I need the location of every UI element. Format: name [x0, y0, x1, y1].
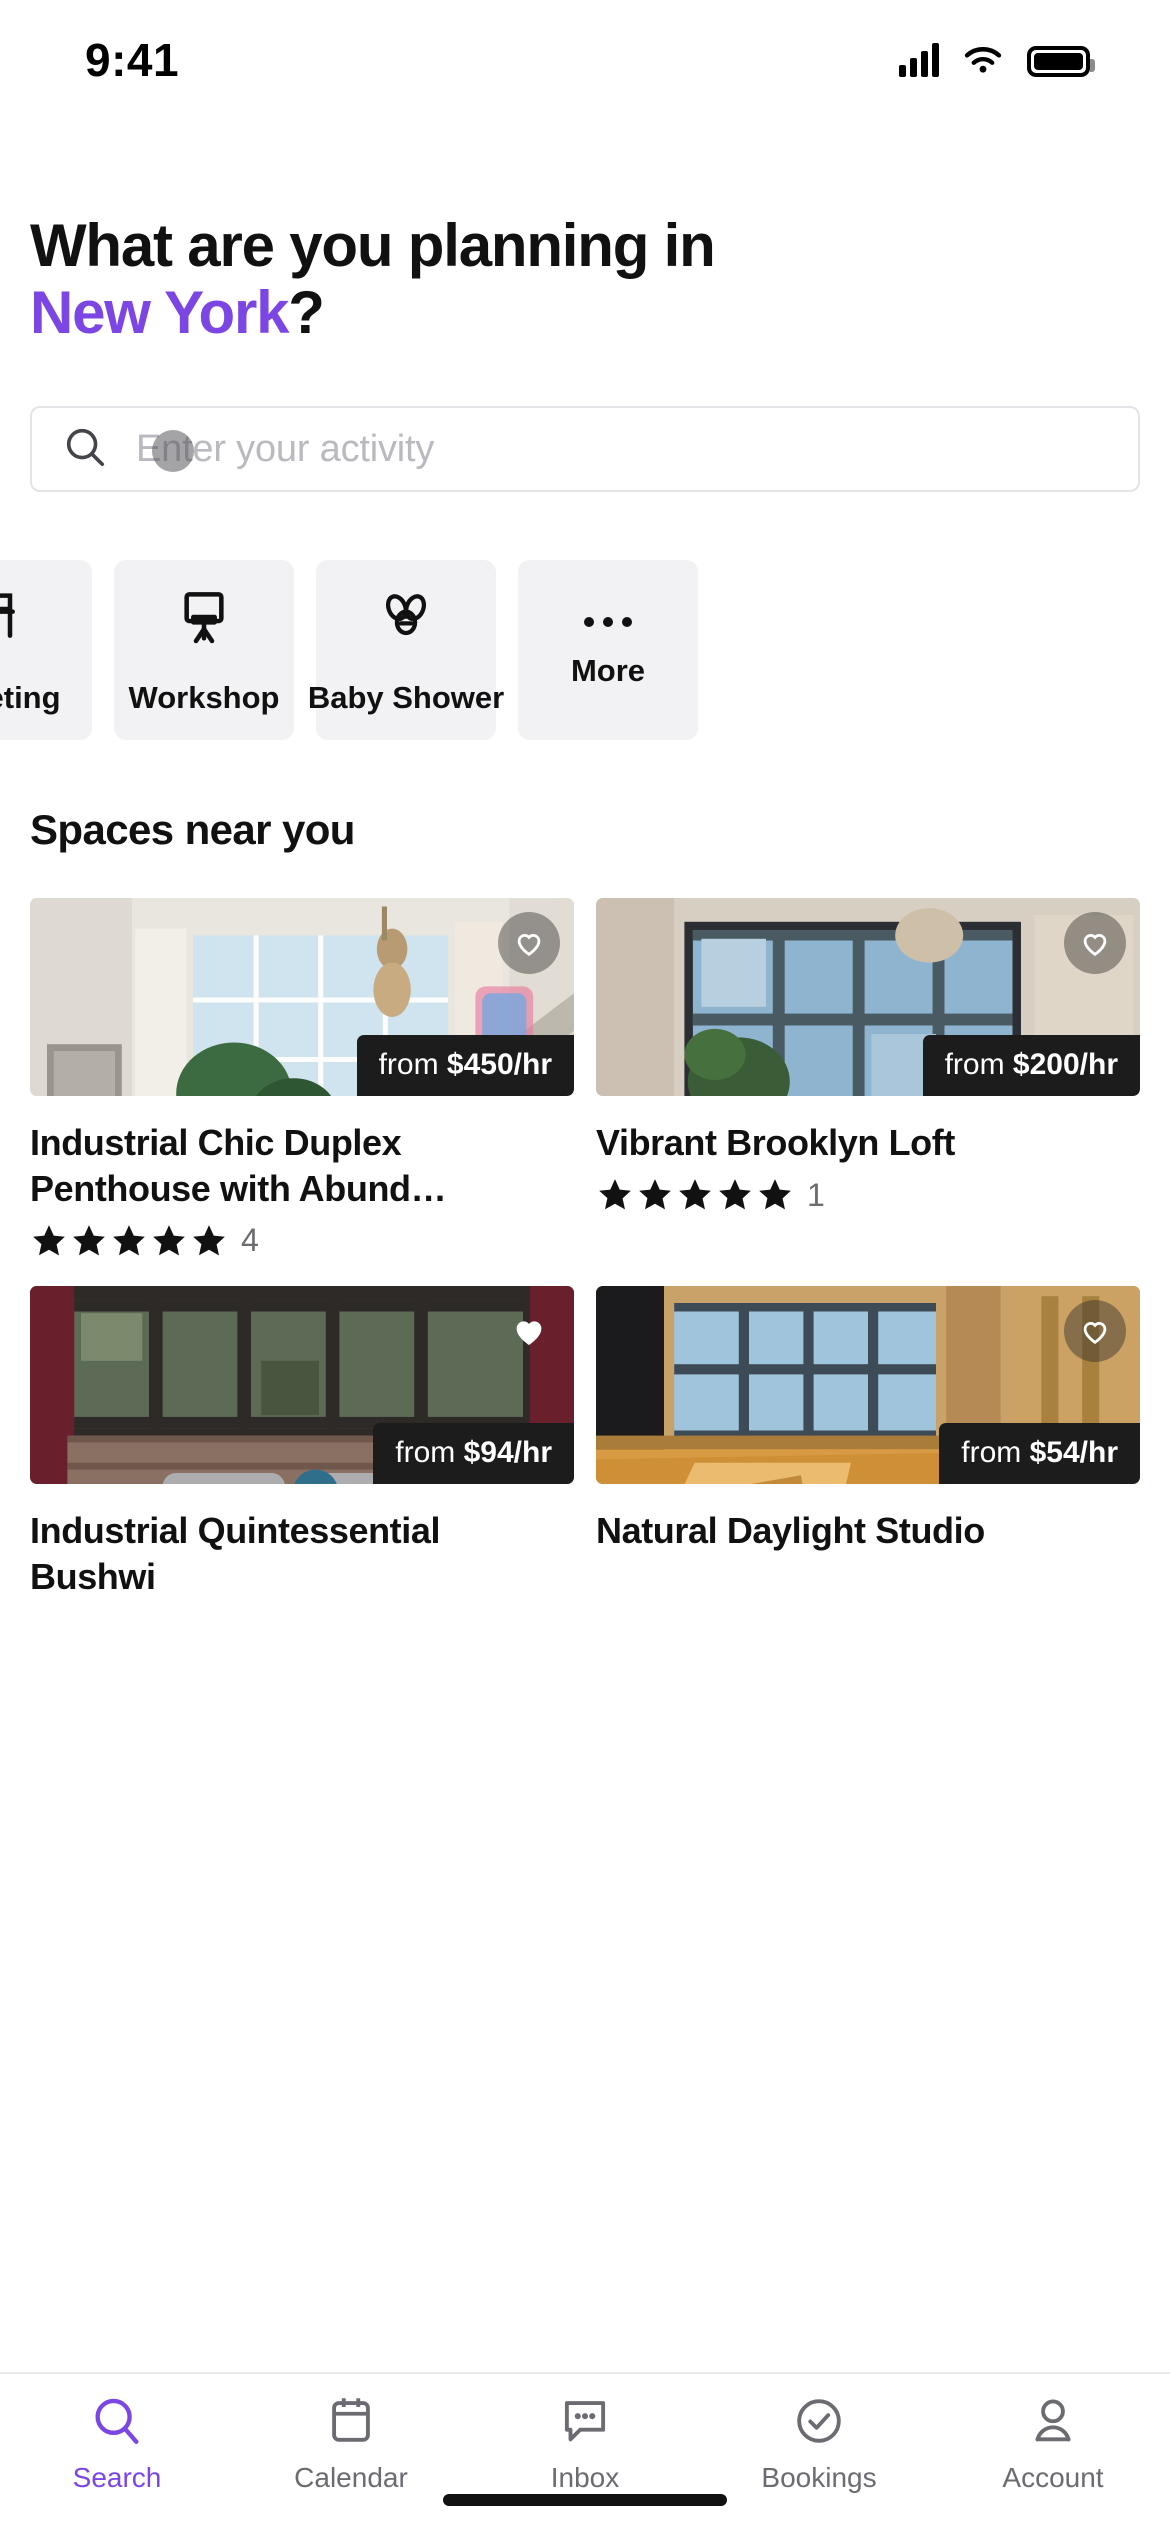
price-prefix: from: [395, 1435, 464, 1469]
tab-account[interactable]: Account: [936, 2392, 1170, 2494]
heart-outline-icon: [1083, 934, 1107, 957]
heart-outline-icon: [517, 934, 541, 957]
ellipsis-icon: [584, 617, 632, 628]
listing-thumbnail[interactable]: from $200/hr: [596, 898, 1140, 1097]
favorite-button[interactable]: [1064, 1299, 1126, 1362]
listing-card[interactable]: from $450/hr Industrial Chic Duplex Pent…: [30, 898, 574, 1259]
status-bar: 9:41: [0, 0, 1170, 120]
chat-bubble-icon: [564, 2401, 606, 2442]
listing-rating: 4: [30, 1222, 574, 1260]
price-prefix: from: [944, 1048, 1013, 1082]
star-rating-icons: [30, 1222, 228, 1260]
status-indicators: [899, 43, 1095, 77]
listing-grid: from $450/hr Industrial Chic Duplex Pent…: [0, 898, 1170, 1599]
tab-search[interactable]: Search: [0, 2392, 234, 2494]
user-icon: [1035, 2399, 1071, 2442]
heart-filled-icon: [516, 1321, 542, 1345]
page-title-suffix: ?: [288, 279, 325, 347]
listing-title: Natural Daylight Studio: [596, 1509, 985, 1551]
listing-price-badge: from $200/hr: [922, 1035, 1140, 1097]
listing-card[interactable]: from $54/hr Natural Daylight Studio: [596, 1285, 1140, 1599]
category-chip-label: Baby Shower: [307, 679, 505, 715]
price-prefix: from: [378, 1048, 447, 1082]
search-icon: [95, 2398, 139, 2444]
category-chip-more[interactable]: More: [518, 560, 698, 741]
cellular-signal-icon: [899, 43, 939, 77]
category-chip-label: More: [570, 653, 646, 689]
wifi-icon: [961, 43, 1005, 77]
listing-thumbnail[interactable]: from $54/hr: [596, 1285, 1140, 1484]
home-indicator: [443, 2494, 727, 2506]
listing-price-badge: from $450/hr: [356, 1035, 574, 1097]
category-chip-meeting[interactable]: Meeting: [0, 560, 92, 741]
page-title-city: New York: [30, 279, 289, 347]
price-value: $54/hr: [1029, 1435, 1118, 1469]
favorite-button[interactable]: [498, 1300, 560, 1362]
heart-outline-icon: [1083, 1321, 1107, 1344]
check-circle-icon: [797, 2399, 841, 2443]
listing-title: Industrial Quintessential Bushwi: [30, 1509, 441, 1597]
tab-label: Calendar: [294, 2462, 408, 2493]
section-title-spaces-near-you: Spaces near you: [30, 806, 355, 854]
listing-title: Industrial Chic Duplex Penthouse with Ab…: [30, 1122, 447, 1210]
category-chip-baby-shower[interactable]: Baby Shower: [308, 560, 504, 741]
page-title-line1: What are you planning in: [30, 212, 716, 279]
easel-flipchart-icon: [172, 585, 236, 654]
category-chip-label: Meeting: [0, 679, 61, 715]
listing-card[interactable]: from $94/hr Industrial Quintessential Bu…: [30, 1285, 574, 1599]
price-value: $94/hr: [463, 1435, 552, 1469]
search-section: Enter your activity: [0, 406, 1170, 493]
page-title: What are you planning in New York?: [0, 212, 1170, 346]
category-chip-row[interactable]: Meeting Workshop Baby Shower More: [0, 560, 1170, 741]
favorite-button[interactable]: [498, 912, 560, 975]
tab-label: Bookings: [761, 2462, 877, 2493]
status-time: 9:41: [85, 34, 180, 86]
listing-card[interactable]: from $200/hr Vibrant Brooklyn Loft 1: [596, 898, 1140, 1259]
listing-title: Vibrant Brooklyn Loft: [596, 1122, 955, 1164]
price-value: $200/hr: [1012, 1048, 1118, 1082]
search-icon: [62, 424, 108, 475]
battery-full-icon: [1027, 46, 1095, 77]
calendar-icon: [332, 2398, 370, 2442]
category-chip-workshop[interactable]: Workshop: [114, 560, 294, 741]
review-count: 1: [807, 1176, 825, 1213]
favorite-button[interactable]: [1064, 912, 1126, 975]
tab-label: Search: [72, 2462, 162, 2493]
category-chip-label: Workshop: [128, 679, 280, 715]
bottom-tab-bar: Search Calendar Inbox Bookings Account: [0, 2372, 1170, 2532]
pacifier-icon: [374, 585, 438, 654]
listing-rating: 1: [596, 1176, 1140, 1214]
tab-label: Account: [1002, 2462, 1104, 2493]
listing-price-badge: from $94/hr: [373, 1422, 574, 1484]
review-count: 4: [241, 1222, 259, 1259]
tab-inbox[interactable]: Inbox: [468, 2392, 702, 2494]
tab-bookings[interactable]: Bookings: [702, 2392, 936, 2494]
tab-calendar[interactable]: Calendar: [234, 2392, 468, 2494]
search-input[interactable]: Enter your activity: [30, 406, 1140, 493]
search-placeholder: Enter your activity: [136, 427, 435, 470]
price-value: $450/hr: [446, 1048, 552, 1082]
listing-thumbnail[interactable]: from $450/hr: [30, 898, 574, 1097]
tab-label: Inbox: [550, 2462, 620, 2493]
star-rating-icons: [596, 1176, 794, 1214]
meeting-chair-icon: [0, 585, 34, 654]
listing-price-badge: from $54/hr: [939, 1422, 1140, 1484]
price-prefix: from: [961, 1435, 1030, 1469]
listing-thumbnail[interactable]: from $94/hr: [30, 1285, 574, 1484]
